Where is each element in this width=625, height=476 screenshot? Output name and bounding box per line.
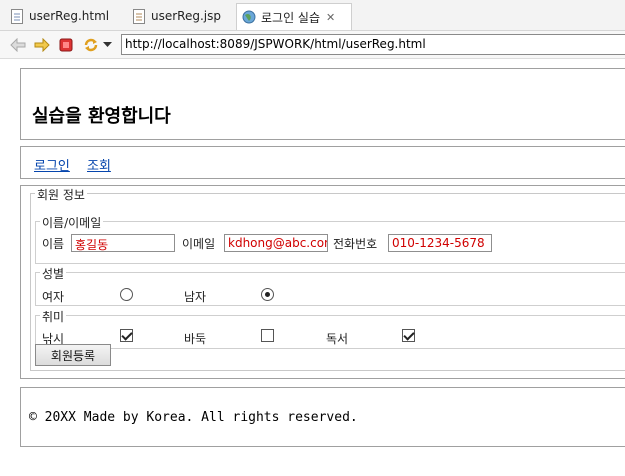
hobby-reading-checkbox[interactable] xyxy=(402,329,415,342)
hobby-baduk-label: 바둑 xyxy=(184,332,207,346)
name-email-fieldset: 이름/이메일 이름 홍길동 이메일 kdhong@abc.com 전화번호 01… xyxy=(35,214,625,264)
header-section: 실습을 환영합니다 xyxy=(20,68,625,140)
gender-legend: 성별 xyxy=(40,265,67,282)
main-section: 회원 정보 이름/이메일 이름 홍길동 이메일 kdhong@abc.com 전… xyxy=(20,185,625,379)
hobby-reading-label: 독서 xyxy=(326,332,349,346)
stop-button[interactable] xyxy=(57,36,75,54)
nav-section: 로그인 조회 xyxy=(20,146,625,179)
register-button[interactable]: 회원등록 xyxy=(35,344,111,366)
male-label: 남자 xyxy=(184,290,207,304)
name-input[interactable]: 홍길동 xyxy=(71,234,175,252)
hobby-fieldset: 취미 낚시 바둑 독서 xyxy=(35,308,625,349)
phone-input[interactable]: 010-1234-5678 xyxy=(388,234,492,252)
tab-label: 로그인 실습 xyxy=(261,10,321,25)
arrow-right-icon xyxy=(34,38,50,52)
refresh-button[interactable] xyxy=(82,36,100,54)
tab-userreg-html[interactable]: userReg.html xyxy=(11,4,109,28)
hobby-legend: 취미 xyxy=(40,308,67,325)
male-radio[interactable] xyxy=(261,288,274,301)
editor-tab-bar: userReg.html userReg.jsp 로그인 실습 ✕ xyxy=(0,0,625,31)
stop-icon xyxy=(59,38,73,52)
login-link[interactable]: 로그인 xyxy=(34,155,70,174)
name-email-legend: 이름/이메일 xyxy=(40,214,104,231)
menu-dropdown-button[interactable] xyxy=(101,36,113,54)
browser-toolbar: http://localhost:8089/JSPWORK/html/userR… xyxy=(0,31,625,59)
forward-button[interactable] xyxy=(33,36,51,54)
hobby-fishing-checkbox[interactable] xyxy=(120,329,133,342)
chevron-down-icon xyxy=(102,42,112,47)
email-input[interactable]: kdhong@abc.com xyxy=(224,234,328,252)
tab-login-practice[interactable]: 로그인 실습 ✕ xyxy=(236,3,352,30)
female-radio[interactable] xyxy=(120,288,133,301)
page-content: 실습을 환영합니다 로그인 조회 회원 정보 이름/이메일 이름 홍길동 이메일… xyxy=(0,59,625,476)
member-info-fieldset: 회원 정보 이름/이메일 이름 홍길동 이메일 kdhong@abc.com 전… xyxy=(30,186,625,371)
copyright-text: © 20XX Made by Korea. All rights reserve… xyxy=(29,410,358,425)
globe-icon xyxy=(242,10,256,24)
tab-userreg-jsp[interactable]: userReg.jsp xyxy=(133,4,221,28)
page-title: 실습을 환영합니다 xyxy=(32,106,171,127)
email-label: 이메일 xyxy=(182,237,216,251)
arrow-left-icon xyxy=(10,38,26,52)
back-button[interactable] xyxy=(9,36,27,54)
close-icon[interactable]: ✕ xyxy=(326,11,335,24)
tab-label: userReg.html xyxy=(29,9,110,23)
tab-label: userReg.jsp xyxy=(151,9,221,23)
member-info-legend: 회원 정보 xyxy=(35,186,87,203)
female-label: 여자 xyxy=(42,290,65,304)
jsp-file-icon xyxy=(133,8,145,24)
hobby-baduk-checkbox[interactable] xyxy=(261,329,274,342)
search-link[interactable]: 조회 xyxy=(87,155,111,174)
refresh-icon xyxy=(84,38,98,52)
url-bar[interactable]: http://localhost:8089/JSPWORK/html/userR… xyxy=(121,34,625,55)
footer-section: © 20XX Made by Korea. All rights reserve… xyxy=(20,387,625,447)
phone-label: 전화번호 xyxy=(333,237,378,251)
name-label: 이름 xyxy=(42,237,65,251)
gender-fieldset: 성별 여자 남자 xyxy=(35,265,625,306)
html-file-icon xyxy=(11,8,23,24)
